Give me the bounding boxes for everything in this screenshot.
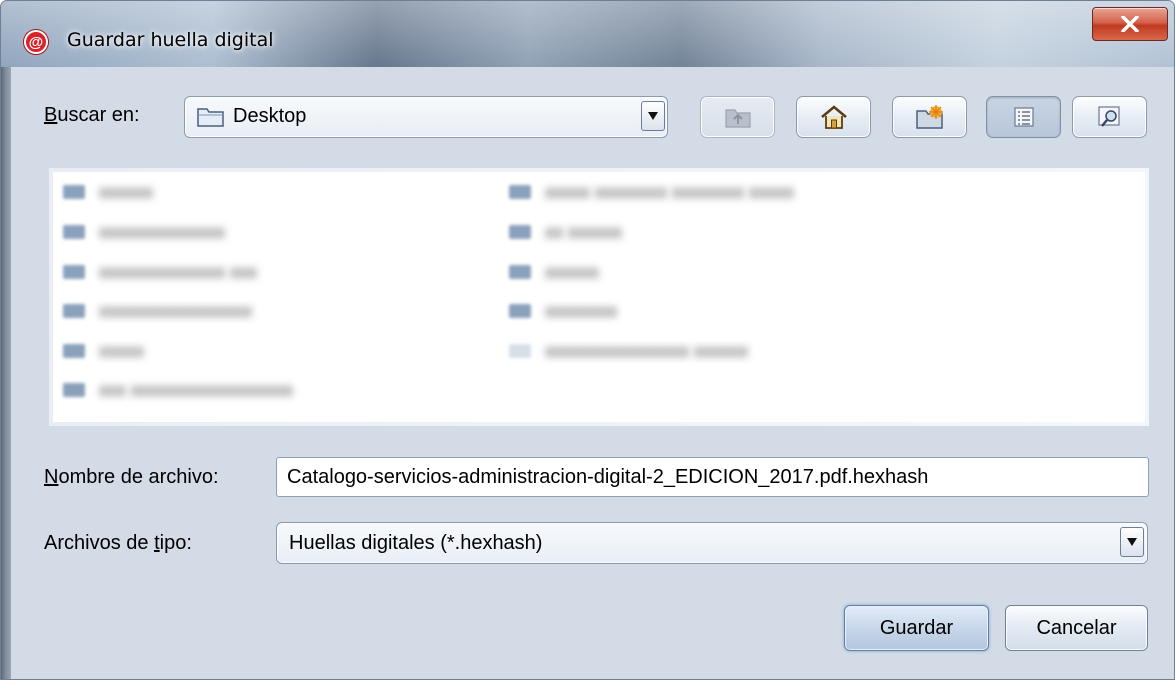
lookin-dropdown-button[interactable] [641, 101, 665, 131]
close-icon [1121, 16, 1139, 32]
folder-icon [63, 265, 85, 279]
folder-icon [63, 383, 85, 397]
app-logo-icon: @ [24, 30, 48, 54]
save-button[interactable]: Guardar [844, 605, 989, 651]
title-bar[interactable]: @ Guardar huella digital [1, 1, 1174, 67]
filename-label: Nombre de archivo: [44, 466, 219, 488]
new-folder-icon [915, 105, 943, 129]
list-item[interactable]: xxxxxxxx [509, 296, 617, 326]
lookin-value: Desktop [233, 105, 307, 127]
list-item[interactable]: xxxxxx [63, 177, 153, 207]
folder-icon [63, 225, 85, 239]
list-item[interactable]: xxxxx [63, 336, 144, 366]
filetype-value: Huellas digitales (*.hexhash) [289, 532, 543, 554]
details-view-button[interactable] [1072, 96, 1147, 138]
folder-icon [63, 344, 85, 358]
lookin-label: Buscar en: [44, 104, 140, 126]
chevron-down-icon [1127, 538, 1137, 546]
window-frame [1, 67, 11, 679]
folder-icon [197, 108, 224, 127]
folder-icon [63, 304, 85, 318]
folder-icon [509, 304, 531, 318]
save-dialog: @ Guardar huella digital Buscar en: Desk… [0, 0, 1175, 680]
list-item[interactable]: xxx xxxxxxxxxxxxxxxxxx [63, 375, 293, 405]
folder-icon [63, 185, 85, 199]
filetype-label: Archivos de tipo: [44, 532, 192, 554]
filetype-combo[interactable]: Huellas digitales (*.hexhash) [276, 522, 1148, 564]
list-item[interactable]: xxxxxx [509, 257, 599, 287]
file-icon [509, 344, 531, 358]
home-icon [820, 105, 847, 129]
lookin-combo[interactable]: Desktop [184, 96, 668, 138]
close-button[interactable] [1092, 7, 1168, 41]
list-view-icon [1013, 107, 1034, 127]
filename-input[interactable]: Catalogo-servicios-administracion-digita… [276, 457, 1149, 497]
window-title: Guardar huella digital [67, 29, 274, 51]
folder-icon [509, 225, 531, 239]
chevron-down-icon [648, 112, 658, 120]
up-folder-button[interactable] [700, 96, 775, 138]
list-item[interactable]: xxxxxxxxxxxxxxxxx [63, 296, 252, 326]
list-view-button[interactable] [986, 96, 1061, 138]
folder-icon [509, 185, 531, 199]
details-view-icon [1097, 106, 1120, 127]
list-item[interactable]: xx xxxxxx [509, 217, 622, 247]
up-folder-icon [724, 109, 751, 128]
list-item[interactable]: xxxxxxxxxxxxxx xxx [63, 257, 257, 287]
filetype-dropdown-button[interactable] [1120, 527, 1144, 557]
cancel-button[interactable]: Cancelar [1005, 605, 1148, 651]
folder-icon [509, 265, 531, 279]
list-item[interactable]: xxxxx xxxxxxxx xxxxxxxx xxxxx [509, 177, 794, 207]
new-folder-button[interactable] [892, 96, 967, 138]
home-button[interactable] [796, 96, 871, 138]
file-list[interactable]: xxxxxx xxxxxxxxxxxxxx xxxxxxxxxxxxxx xxx… [48, 167, 1150, 427]
list-item[interactable]: xxxxxxxxxxxxxx [63, 217, 225, 247]
list-item[interactable]: xxxxxxxxxxxxxxxx xxxxxx [509, 336, 748, 366]
